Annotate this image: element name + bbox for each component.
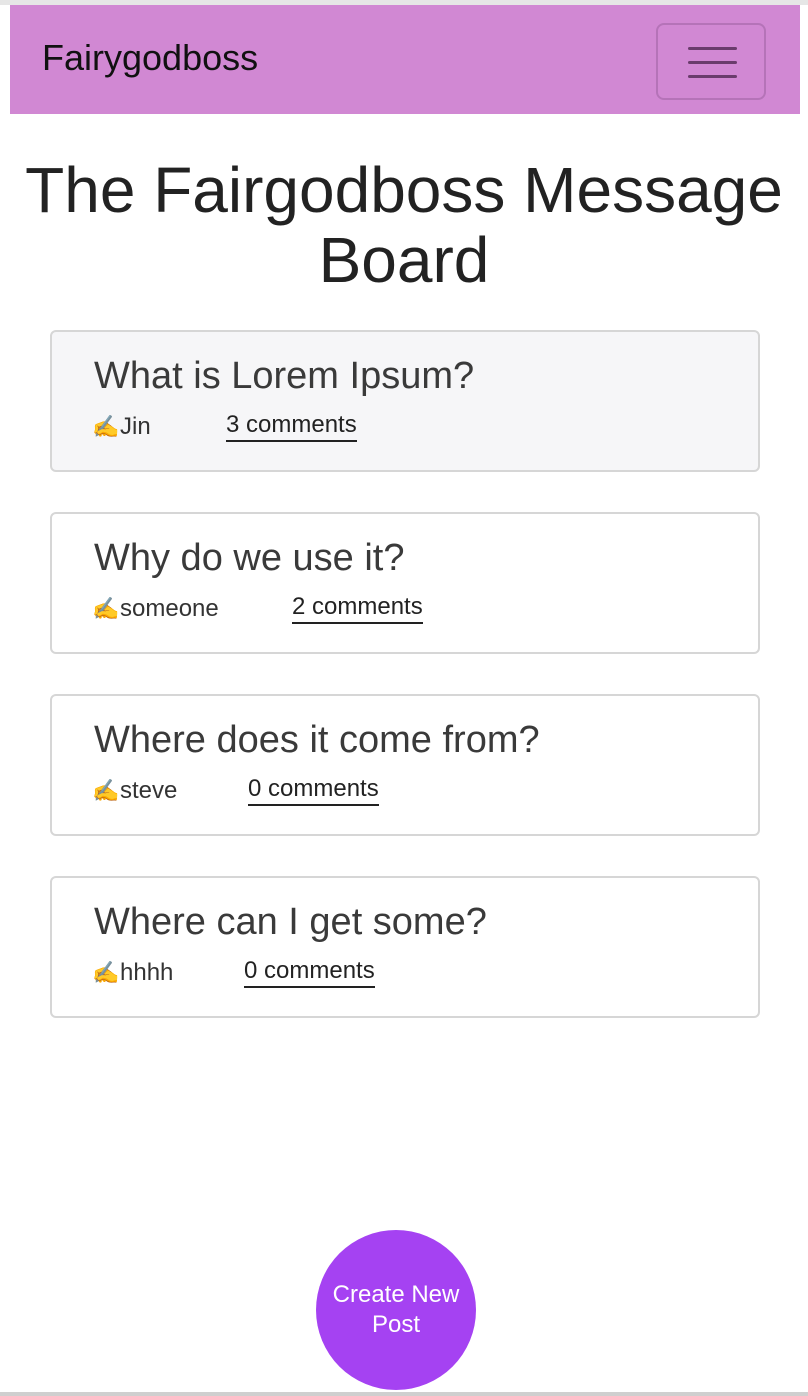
- comments-link[interactable]: 3 comments: [226, 410, 357, 442]
- page-title: The Fairgodboss Message Board: [25, 154, 783, 296]
- browser-bottom-edge: [0, 1392, 808, 1396]
- post-meta: ✍someone 2 comments: [92, 592, 423, 626]
- writing-hand-icon: ✍: [92, 778, 120, 803]
- post-author: someone: [120, 595, 219, 622]
- post-title[interactable]: Where does it come from?: [94, 718, 540, 762]
- post-card[interactable]: Where can I get some? ✍hhhh 0 comments: [50, 876, 760, 1018]
- create-new-post-button[interactable]: Create New Post: [316, 1230, 476, 1390]
- hamburger-menu-icon: [688, 75, 737, 78]
- comments-link[interactable]: 2 comments: [292, 592, 423, 624]
- post-card[interactable]: Where does it come from? ✍steve 0 commen…: [50, 694, 760, 836]
- writing-hand-icon: ✍: [92, 596, 120, 621]
- comments-link[interactable]: 0 comments: [248, 774, 379, 806]
- hamburger-menu-icon: [688, 47, 737, 50]
- post-author: Jin: [120, 413, 151, 440]
- post-card[interactable]: What is Lorem Ipsum? ✍Jin 3 comments: [50, 330, 760, 472]
- post-title[interactable]: Where can I get some?: [94, 900, 487, 944]
- navbar: Fairygodboss: [10, 5, 800, 114]
- writing-hand-icon: ✍: [92, 960, 120, 985]
- post-title[interactable]: What is Lorem Ipsum?: [94, 354, 474, 398]
- post-card[interactable]: Why do we use it? ✍someone 2 comments: [50, 512, 760, 654]
- menu-toggle-button[interactable]: [656, 23, 766, 100]
- post-title[interactable]: Why do we use it?: [94, 536, 404, 580]
- post-meta: ✍hhhh 0 comments: [92, 956, 375, 990]
- writing-hand-icon: ✍: [92, 414, 120, 439]
- post-author: steve: [120, 777, 178, 804]
- brand-link[interactable]: Fairygodboss: [42, 38, 258, 78]
- post-meta: ✍steve 0 comments: [92, 774, 379, 808]
- hamburger-menu-icon: [688, 61, 737, 64]
- post-author: hhhh: [120, 959, 174, 986]
- create-new-post-label: Create New Post: [332, 1281, 460, 1338]
- comments-link[interactable]: 0 comments: [244, 956, 375, 988]
- post-meta: ✍Jin 3 comments: [92, 410, 357, 444]
